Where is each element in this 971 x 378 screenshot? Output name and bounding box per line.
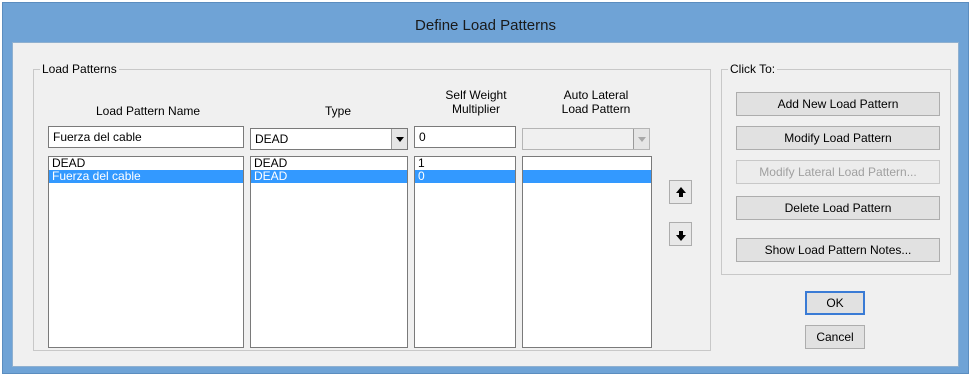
window-title: Define Load Patterns: [415, 17, 556, 34]
list-column-self-weight[interactable]: 1 0: [414, 156, 516, 348]
type-dropdown[interactable]: DEAD: [250, 128, 408, 150]
auto-lateral-dropdown: [522, 128, 650, 150]
load-patterns-group-label: Load Patterns: [40, 62, 119, 76]
header-self-weight: Self Weight Multiplier: [424, 88, 528, 116]
add-load-pattern-button[interactable]: Add New Load Pattern: [736, 92, 940, 116]
list-item-selected[interactable]: [523, 170, 651, 183]
header-auto-lateral-line2: Load Pattern: [561, 102, 631, 116]
list-item-selected[interactable]: Fuerza del cable: [49, 170, 243, 183]
list-column-auto-lateral[interactable]: [522, 156, 652, 348]
modify-load-pattern-button[interactable]: Modify Load Pattern: [736, 126, 940, 150]
ok-button[interactable]: OK: [805, 291, 865, 315]
header-auto-lateral-line1: Auto Lateral: [563, 88, 629, 102]
self-weight-value: 0: [419, 130, 426, 144]
header-auto-lateral: Auto Lateral Load Pattern: [532, 88, 660, 116]
modify-lateral-load-pattern-button: Modify Lateral Load Pattern...: [736, 160, 940, 184]
type-dropdown-value: DEAD: [255, 132, 289, 146]
load-pattern-name-input[interactable]: Fuerza del cable: [48, 126, 244, 148]
list-column-type[interactable]: DEAD DEAD: [250, 156, 408, 348]
dialog-body: Load Patterns Load Pattern Name Type Sel…: [12, 42, 959, 367]
header-self-weight-line2: Multiplier: [451, 102, 500, 116]
move-up-button[interactable]: [669, 180, 692, 204]
arrow-down-icon: [676, 231, 686, 241]
click-to-group: Click To: Add New Load Pattern Modify Lo…: [721, 62, 951, 275]
self-weight-input[interactable]: 0: [414, 126, 516, 148]
show-load-pattern-notes-button[interactable]: Show Load Pattern Notes...: [736, 238, 940, 262]
list-item[interactable]: 1: [415, 157, 515, 170]
click-to-group-label: Click To:: [728, 62, 778, 76]
header-self-weight-line1: Self Weight: [445, 88, 507, 102]
load-patterns-group: Load Patterns Load Pattern Name Type Sel…: [33, 62, 711, 351]
delete-load-pattern-button[interactable]: Delete Load Pattern: [736, 196, 940, 220]
list-item[interactable]: [523, 157, 651, 170]
header-type: Type: [324, 104, 351, 118]
move-down-button[interactable]: [669, 222, 692, 246]
cancel-button[interactable]: Cancel: [805, 325, 865, 349]
list-item-selected[interactable]: 0: [415, 170, 515, 183]
dialog-window: Define Load Patterns Load Patterns Load …: [2, 2, 969, 374]
list-item-selected[interactable]: DEAD: [251, 170, 407, 183]
chevron-down-icon: [633, 129, 649, 149]
load-pattern-name-value: Fuerza del cable: [53, 130, 142, 144]
header-load-pattern-name: Load Pattern Name: [95, 104, 201, 118]
chevron-down-icon[interactable]: [391, 129, 407, 149]
arrow-up-icon: [676, 187, 686, 197]
list-column-name[interactable]: DEAD Fuerza del cable: [48, 156, 244, 348]
title-bar[interactable]: Define Load Patterns: [3, 3, 968, 43]
